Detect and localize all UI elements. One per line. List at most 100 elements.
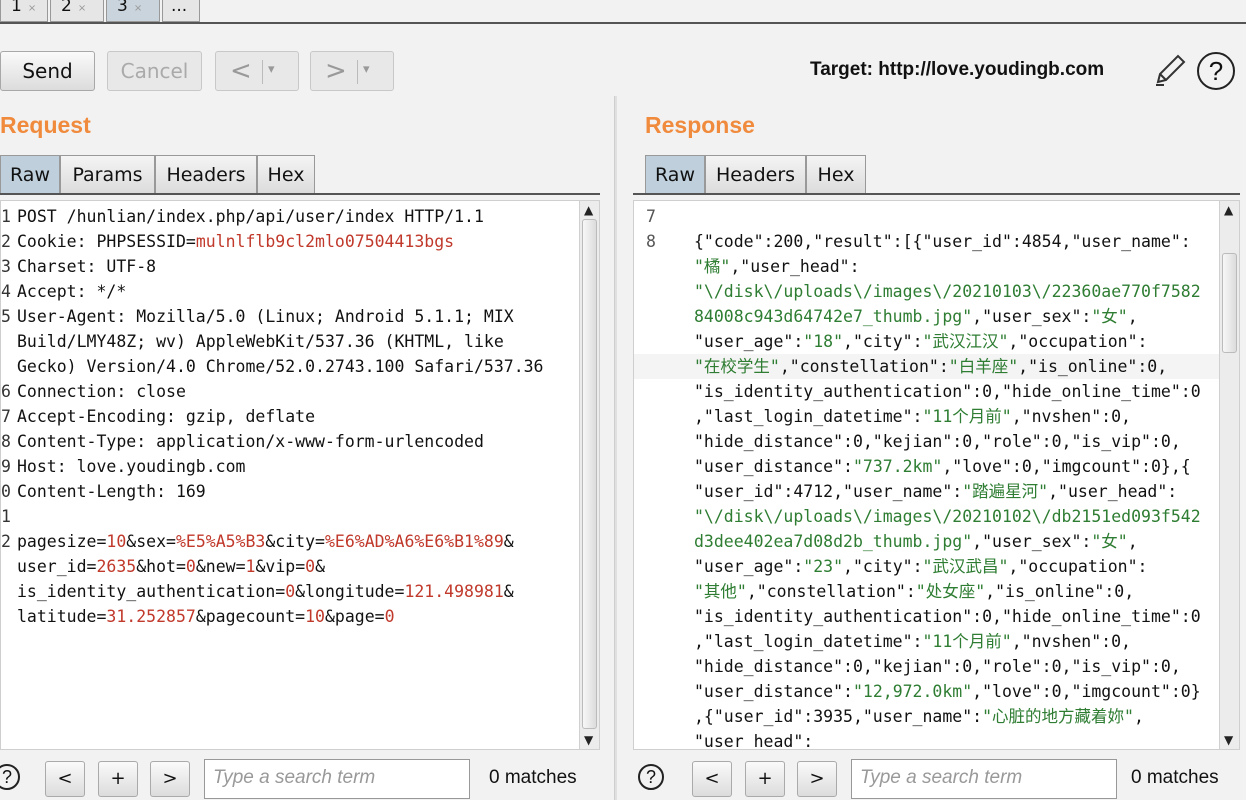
code-line: 8 {"code":200,"result":[{"user_id":4854,"…	[634, 229, 1239, 254]
forward-arrow-icon: >	[325, 56, 347, 86]
request-scrollbar[interactable]: ▲ ▼	[579, 201, 599, 749]
tab-params[interactable]: Params	[60, 155, 155, 193]
chevron-down-icon[interactable]: ▾	[363, 62, 370, 77]
code-token: Accept: */*	[17, 282, 127, 301]
divider	[262, 60, 263, 84]
top-tab-3[interactable]: 3 ×	[106, 0, 160, 22]
close-icon[interactable]: ×	[28, 3, 36, 14]
top-tab-more[interactable]: ...	[162, 0, 200, 22]
line-number: 8	[646, 232, 656, 251]
code-token: "user_distance":	[694, 682, 853, 701]
tab-raw[interactable]: Raw	[645, 155, 705, 193]
line-number: 6	[1, 382, 11, 401]
code-token: ,"love":0,"imgcount":0},{	[942, 457, 1191, 476]
code-token: Content-Length: 169	[17, 482, 206, 501]
code-line: "其他","constellation":"处女座","is_online":0…	[634, 579, 1239, 604]
code-token: ,"constellation":	[779, 357, 949, 376]
code-line: 6 Connection: close	[1, 379, 599, 404]
code-line: "user_age":"23","city":"武汉武昌","occupatio…	[634, 554, 1239, 579]
panel-divider[interactable]	[614, 96, 617, 800]
scroll-thumb[interactable]	[1222, 253, 1237, 353]
code-token: "女"	[1091, 307, 1128, 326]
code-line: user_id=2635&hot=0&new=1&vip=0&	[1, 554, 599, 579]
code-line: "user_age":"18","city":"武汉江汉","occupatio…	[634, 329, 1239, 354]
help-icon[interactable]: ?	[638, 764, 664, 790]
code-token: ,"user_sex":	[972, 307, 1092, 326]
chevron-down-icon[interactable]: ▾	[268, 62, 275, 77]
scroll-up-icon[interactable]: ▲	[584, 203, 593, 217]
tab-hex[interactable]: Hex	[806, 155, 866, 193]
code-line: ,"last_login_datetime":"11个月前","nvshen":…	[634, 629, 1239, 654]
code-token: ,	[1127, 532, 1138, 551]
response-editor[interactable]: "user_head": ,{"user_id":3935,"user_name"…	[633, 200, 1240, 750]
send-button[interactable]: Send	[0, 51, 95, 91]
code-token: &sex=	[126, 532, 176, 551]
search-add-button[interactable]: +	[745, 761, 785, 797]
scroll-down-icon[interactable]: ▼	[1224, 733, 1233, 747]
code-token: "橘"	[694, 257, 731, 276]
code-token: &longitude=	[295, 582, 405, 601]
response-search-input[interactable]: Type a search term	[851, 759, 1117, 799]
code-token: "\/disk\/uploads\/images\/20210102\/db21…	[694, 507, 1201, 526]
code-token: "白羊座"	[948, 357, 1019, 376]
scroll-down-icon[interactable]: ▼	[584, 733, 593, 747]
code-token: "hide_distance":0,"kejian":0,"role":0,"i…	[694, 432, 1181, 451]
code-token: "在校学生"	[694, 357, 780, 376]
code-token: ,"nvshen":0,	[1011, 632, 1131, 651]
code-line: "\/disk\/uploads\/images\/20210102\/db21…	[634, 504, 1239, 529]
line-number: 4	[1, 282, 11, 301]
top-tab-1[interactable]: 1 ×	[0, 0, 48, 22]
tab-hex[interactable]: Hex	[257, 155, 315, 193]
code-token: latitude=	[17, 607, 107, 626]
back-button[interactable]: < ▾	[215, 51, 299, 91]
code-token: ,"is_online":0,	[1018, 357, 1168, 376]
scroll-up-icon[interactable]: ▲	[1224, 203, 1233, 217]
code-line: 7 Accept-Encoding: gzip, deflate	[1, 404, 599, 429]
request-search-input[interactable]: Type a search term	[204, 759, 470, 799]
code-token: Host: love.youdingb.com	[17, 457, 246, 476]
search-prev-button[interactable]: <	[45, 761, 85, 797]
pencil-icon[interactable]	[1152, 52, 1188, 88]
code-token: "武汉武昌"	[922, 557, 1009, 576]
code-token: 1	[245, 557, 256, 576]
code-line: latitude=31.252857&pagecount=10&page=0	[1, 604, 599, 629]
scroll-thumb[interactable]	[582, 219, 597, 729]
code-token: &	[503, 582, 514, 601]
tab-headers[interactable]: Headers	[155, 155, 257, 193]
code-line: 1 POST /hunlian/index.php/api/user/index …	[1, 204, 599, 229]
code-line: "user_head":	[634, 729, 1239, 749]
search-add-button[interactable]: +	[98, 761, 138, 797]
tab-raw[interactable]: Raw	[0, 155, 60, 193]
tab-headers[interactable]: Headers	[705, 155, 806, 193]
code-token: ,"is_online":0,	[985, 582, 1135, 601]
code-line: "user_id":4712,"user_name":"踏遍星河","user_…	[634, 479, 1239, 504]
close-icon[interactable]: ×	[134, 3, 142, 14]
code-token: Accept-Encoding: gzip, deflate	[17, 407, 316, 426]
help-icon[interactable]: ?	[1197, 52, 1235, 90]
code-token: 0	[285, 582, 296, 601]
top-tab-label: ...	[171, 0, 188, 16]
code-token: "其他"	[694, 582, 747, 601]
code-token: &page=	[324, 607, 385, 626]
code-token: Content-Type: application/x-www-form-url…	[17, 432, 484, 451]
code-token: ,{"user_id":3935,"user_name":	[694, 707, 983, 726]
top-tab-label: 1	[11, 0, 22, 16]
code-token: is_identity_authentication=	[17, 582, 286, 601]
top-tab-bar: 1 × 2 × 3 × ...	[0, 0, 1246, 24]
search-next-button[interactable]: >	[797, 761, 837, 797]
code-token: "12,972.0km"	[852, 682, 973, 701]
cancel-button[interactable]: Cancel	[107, 51, 202, 91]
search-next-button[interactable]: >	[150, 761, 190, 797]
request-editor[interactable]: latitude=31.252857&pagecount=10&page=0 is…	[0, 200, 600, 750]
forward-button[interactable]: > ▾	[310, 51, 394, 91]
code-line: 9 Host: love.youdingb.com	[1, 454, 599, 479]
response-scrollbar[interactable]: ▲ ▼	[1219, 201, 1239, 749]
code-token: "心脏的地方藏着妳"	[982, 707, 1134, 726]
code-token: 0	[305, 557, 316, 576]
line-number: 3	[1, 257, 11, 276]
code-token: User-Agent: Mozilla/5.0 (Linux; Android …	[17, 307, 514, 326]
help-icon[interactable]: ?	[0, 764, 20, 790]
top-tab-2[interactable]: 2 ×	[50, 0, 104, 22]
close-icon[interactable]: ×	[78, 3, 86, 14]
search-prev-button[interactable]: <	[692, 761, 732, 797]
